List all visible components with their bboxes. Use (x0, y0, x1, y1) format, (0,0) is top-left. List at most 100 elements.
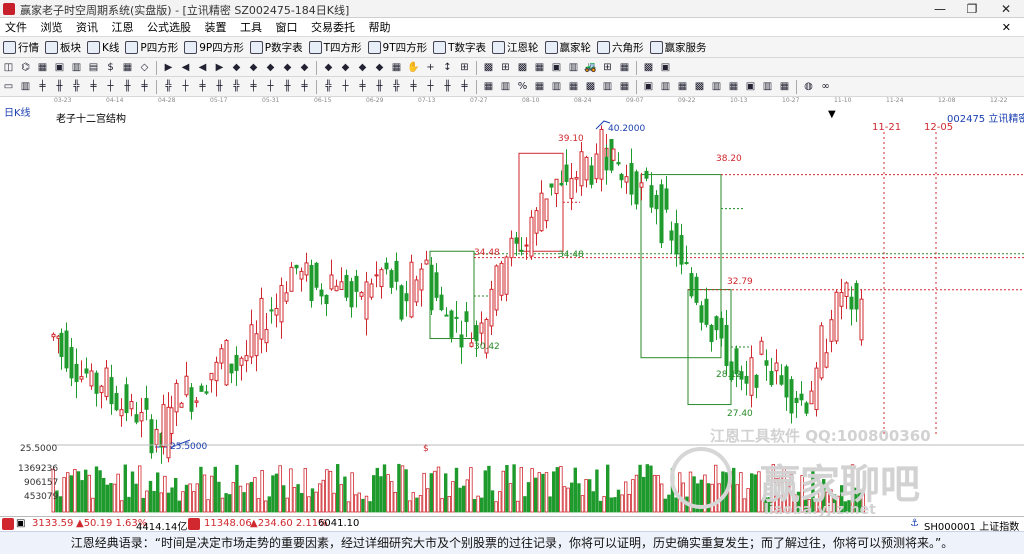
analysis-tool-icon[interactable]: ┼ (263, 79, 278, 94)
analysis-tool-icon[interactable]: ▦ (617, 79, 632, 94)
minimize-button[interactable]: — (924, 0, 956, 18)
analysis-tool-icon[interactable]: ┼ (423, 79, 438, 94)
analysis-tool-icon[interactable]: ▥ (658, 79, 673, 94)
analysis-tool-icon[interactable]: ╬ (69, 79, 84, 94)
drawing-tool-icon[interactable]: ◆ (297, 60, 312, 75)
toolbar-item-quote[interactable]: 行情 (0, 37, 42, 57)
analysis-tool-icon[interactable]: ▦ (566, 79, 581, 94)
analysis-tool-icon[interactable]: ╫ (372, 79, 387, 94)
drawing-tool-icon[interactable]: ▣ (658, 60, 673, 75)
analysis-tool-icon[interactable]: ╪ (137, 79, 152, 94)
analysis-tool-icon[interactable]: ∞ (818, 79, 833, 94)
analysis-tool-icon[interactable]: ┼ (103, 79, 118, 94)
drawing-tool-icon[interactable]: ↕ (440, 60, 455, 75)
drawing-tool-icon[interactable]: ▣ (52, 60, 67, 75)
drawing-tool-icon[interactable]: ⊞ (498, 60, 513, 75)
drawing-tool-icon[interactable]: ▩ (515, 60, 530, 75)
drawing-tool-icon[interactable]: ▦ (532, 60, 547, 75)
analysis-tool-icon[interactable]: ▥ (600, 79, 615, 94)
drawing-tool-icon[interactable]: ⊞ (457, 60, 472, 75)
analysis-tool-icon[interactable]: ╫ (52, 79, 67, 94)
menu-info[interactable]: 资讯 (71, 18, 103, 37)
drawing-tool-icon[interactable]: ◆ (355, 60, 370, 75)
drawing-tool-icon[interactable]: ◆ (338, 60, 353, 75)
analysis-tool-icon[interactable]: ▩ (692, 79, 707, 94)
menu-device[interactable]: 装置 (200, 18, 232, 37)
analysis-tool-icon[interactable]: ┼ (178, 79, 193, 94)
analysis-tool-icon[interactable]: ▥ (709, 79, 724, 94)
drawing-tool-icon[interactable]: $ (103, 60, 118, 75)
analysis-tool-icon[interactable]: ▦ (675, 79, 690, 94)
toolbar-item-sector[interactable]: 板块 (42, 37, 84, 57)
toolbar-item-square9p[interactable]: 9P四方形 (181, 37, 247, 57)
drawing-tool-icon[interactable]: ◆ (372, 60, 387, 75)
toolbar-item-t-square9[interactable]: 9T四方形 (365, 37, 431, 57)
drawing-tool-icon[interactable]: ▤ (86, 60, 101, 75)
analysis-tool-icon[interactable]: ╪ (195, 79, 210, 94)
analysis-tool-icon[interactable]: ┼ (338, 79, 353, 94)
menu-file[interactable]: 文件 (0, 18, 32, 37)
toolbar-item-t-square[interactable]: T四方形 (306, 37, 365, 57)
analysis-tool-icon[interactable]: ╪ (406, 79, 421, 94)
analysis-tool-icon[interactable]: ╬ (321, 79, 336, 94)
menu-help[interactable]: 帮助 (364, 18, 396, 37)
analysis-tool-icon[interactable]: ▥ (549, 79, 564, 94)
menu-tools[interactable]: 工具 (235, 18, 267, 37)
drawing-tool-icon[interactable]: ▩ (481, 60, 496, 75)
analysis-tool-icon[interactable]: ╫ (120, 79, 135, 94)
dropdown-arrow-icon[interactable]: ▼ (828, 109, 836, 120)
drawing-tool-icon[interactable]: ◆ (321, 60, 336, 75)
drawing-tool-icon[interactable]: ▦ (120, 60, 135, 75)
menu-gann[interactable]: 江恩 (107, 18, 139, 37)
analysis-tool-icon[interactable]: ╪ (355, 79, 370, 94)
drawing-tool-icon[interactable]: ◆ (263, 60, 278, 75)
toolbar-item-t-number[interactable]: T数字表 (430, 37, 489, 57)
analysis-tool-icon[interactable]: ▥ (18, 79, 33, 94)
drawing-tool-icon[interactable]: ◆ (280, 60, 295, 75)
toolbar-item-service[interactable]: 赢家服务 (647, 37, 710, 57)
drawing-tool-icon[interactable]: ▣ (549, 60, 564, 75)
analysis-tool-icon[interactable]: ▦ (726, 79, 741, 94)
analysis-tool-icon[interactable]: ╪ (86, 79, 101, 94)
analysis-tool-icon[interactable]: ▣ (743, 79, 758, 94)
analysis-tool-icon[interactable]: ◍ (801, 79, 816, 94)
drawing-tool-icon[interactable]: ◆ (246, 60, 261, 75)
drawing-tool-icon[interactable]: ▶ (161, 60, 176, 75)
drawing-tool-icon[interactable]: ⊞ (600, 60, 615, 75)
analysis-tool-icon[interactable]: ▥ (760, 79, 775, 94)
analysis-tool-icon[interactable]: ╪ (246, 79, 261, 94)
drawing-tool-icon[interactable]: ▥ (566, 60, 581, 75)
menu-browse[interactable]: 浏览 (36, 18, 68, 37)
mdi-close-icon[interactable]: ✕ (997, 18, 1016, 37)
drawing-tool-icon[interactable]: + (423, 60, 438, 75)
analysis-tool-icon[interactable]: ╫ (440, 79, 455, 94)
drawing-tool-icon[interactable]: ◀ (195, 60, 210, 75)
toolbar-item-number-table[interactable]: P数字表 (247, 37, 306, 57)
analysis-tool-icon[interactable]: ▥ (498, 79, 513, 94)
analysis-tool-icon[interactable]: ╬ (229, 79, 244, 94)
drawing-tool-icon[interactable]: ⌬ (18, 60, 33, 75)
drawing-tool-icon[interactable]: ◇ (137, 60, 152, 75)
analysis-tool-icon[interactable]: ▩ (583, 79, 598, 94)
analysis-tool-icon[interactable]: % (515, 79, 530, 94)
menu-formula[interactable]: 公式选股 (142, 18, 196, 37)
close-button[interactable]: ✕ (990, 0, 1022, 18)
toolbar-item-winner-wheel[interactable]: 赢家轮 (542, 37, 595, 57)
menu-window[interactable]: 窗口 (271, 18, 303, 37)
drawing-tool-icon[interactable]: ▥ (69, 60, 84, 75)
chart-area[interactable]: 日K线 老子十二宫结构 ▼ 002475 立讯精密 11-21 12-05 40… (0, 107, 1024, 518)
drawing-tool-icon[interactable]: ✋ (406, 60, 421, 75)
analysis-tool-icon[interactable]: ╪ (35, 79, 50, 94)
menu-trade[interactable]: 交易委托 (306, 18, 360, 37)
toolbar-item-square[interactable]: P四方形 (122, 37, 181, 57)
analysis-tool-icon[interactable]: ╪ (457, 79, 472, 94)
analysis-tool-icon[interactable]: ▦ (777, 79, 792, 94)
analysis-tool-icon[interactable]: ▦ (532, 79, 547, 94)
analysis-tool-icon[interactable]: ╪ (297, 79, 312, 94)
analysis-tool-icon[interactable]: ╫ (212, 79, 227, 94)
drawing-tool-icon[interactable]: ▶ (212, 60, 227, 75)
drawing-tool-icon[interactable]: ▦ (617, 60, 632, 75)
drawing-tool-icon[interactable]: ◫ (1, 60, 16, 75)
drawing-tool-icon[interactable]: ▦ (389, 60, 404, 75)
maximize-button[interactable]: ❐ (956, 0, 988, 18)
